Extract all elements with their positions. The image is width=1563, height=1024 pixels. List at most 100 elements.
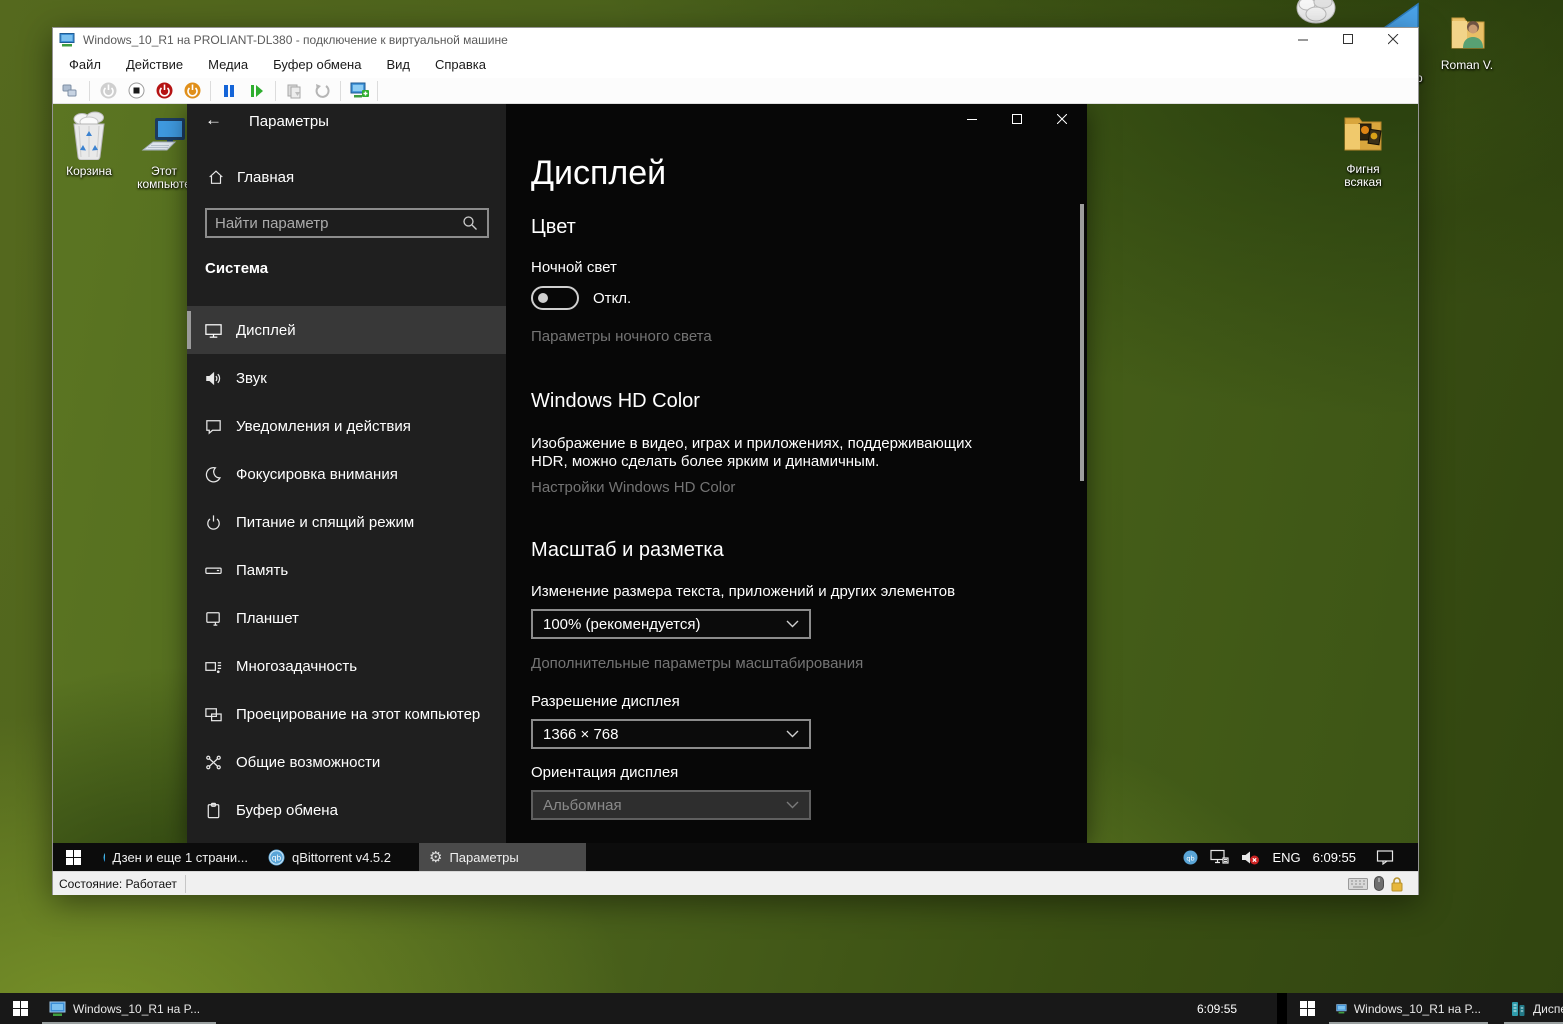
resume-vm-icon[interactable] (247, 81, 267, 101)
sidebar-item-label: Главная (237, 169, 294, 186)
vm-taskbar-button-label: Дзен и еще 1 страни... (112, 850, 248, 865)
host-start-button[interactable] (0, 993, 40, 1024)
minimize-button[interactable] (1281, 28, 1326, 51)
scale-dropdown-value: 100% (рекомендуется) (543, 616, 700, 633)
toolbar-separator (377, 81, 378, 101)
host-taskbar-vm-button-monitor2[interactable]: Windows_10_R1 на P... (1327, 993, 1490, 1024)
qbittorrent-icon: qb (268, 849, 285, 866)
maximize-button[interactable] (1326, 28, 1371, 51)
host-clock[interactable]: 6:09:55 (1197, 993, 1237, 1024)
search-icon[interactable] (462, 215, 478, 231)
paper-ball-icon[interactable] (1294, 0, 1338, 28)
sidebar-item-label: Общие возможности (236, 754, 380, 771)
network-icon[interactable] (1210, 849, 1229, 865)
search-input[interactable] (207, 215, 462, 232)
menu-file[interactable]: Файл (69, 57, 101, 72)
sidebar-item-sound[interactable]: Звук (187, 354, 506, 402)
vm-desktop-icon-label: всякая (1327, 176, 1399, 189)
hdr-settings-link[interactable]: Настройки Windows HD Color (531, 479, 735, 496)
settings-search-box[interactable] (205, 208, 489, 238)
host-taskbar: Windows_10_R1 на P... 6:09:55 Windows_10… (0, 993, 1563, 1024)
sidebar-item-storage[interactable]: Память (187, 546, 506, 594)
host-taskbar-vm-button[interactable]: Windows_10_R1 на P... (40, 993, 218, 1024)
menu-action[interactable]: Действие (126, 57, 183, 72)
back-button[interactable]: ← (205, 110, 222, 130)
ctrl-alt-del-icon[interactable] (61, 81, 81, 101)
start-vm-icon[interactable] (98, 81, 118, 101)
close-button[interactable] (1371, 28, 1416, 51)
blue-folder-partial-icon[interactable] (1380, 2, 1420, 28)
selected-accent-bar (187, 311, 191, 349)
sidebar-item-shared-experiences[interactable]: Общие возможности (187, 738, 506, 786)
vmconnect-app-icon (1336, 1001, 1347, 1017)
vm-taskbar: Дзен и еще 1 страни... qb qBittorrent v4… (53, 843, 1418, 871)
vm-clock[interactable]: 6:09:55 (1313, 850, 1356, 865)
menu-clipboard[interactable]: Буфер обмена (273, 57, 361, 72)
night-light-settings-link[interactable]: Параметры ночного света (531, 328, 712, 345)
vm-taskbar-edge-button[interactable]: Дзен и еще 1 страни... (93, 843, 258, 871)
sidebar-item-notifications[interactable]: Уведомления и действия (187, 402, 506, 450)
sidebar-item-tablet[interactable]: Планшет (187, 594, 506, 642)
pause-vm-icon[interactable] (219, 81, 239, 101)
orientation-dropdown[interactable]: Альбомная (531, 790, 811, 820)
windows-logo-icon (66, 850, 81, 865)
sidebar-item-label: Фокусировка внимания (236, 466, 398, 483)
host-taskbar-button-label: Windows_10_R1 на P... (73, 1002, 200, 1016)
reset-vm-icon[interactable] (182, 81, 202, 101)
monitor-divider (1277, 993, 1287, 1024)
toolbar-separator (89, 81, 90, 101)
night-light-label: Ночной свет (531, 259, 617, 276)
scale-dropdown[interactable]: 100% (рекомендуется) (531, 609, 811, 639)
storage-icon (204, 561, 223, 580)
toggle-knob (538, 293, 548, 303)
settings-scrollbar[interactable] (1080, 204, 1084, 481)
sidebar-item-home[interactable]: Главная (187, 160, 506, 194)
vm-taskbar-settings-button[interactable]: ⚙ Параметры (419, 843, 586, 871)
tray-qbittorrent-icon[interactable]: qb (1183, 850, 1198, 865)
sound-icon (204, 369, 223, 388)
orientation-dropdown-value: Альбомная (543, 797, 622, 814)
sidebar-item-focus-assist[interactable]: Фокусировка внимания (187, 450, 506, 498)
host-desktop: Roman V. р Windows_10_R1 на PROLIANT-DL3… (0, 0, 1563, 1024)
turn-off-vm-icon[interactable] (126, 81, 146, 101)
svg-text:qb: qb (272, 853, 282, 862)
vm-taskbar-qbittorrent-button[interactable]: qb qBittorrent v4.5.2 (258, 843, 413, 871)
vmconnect-menubar: Файл Действие Медиа Буфер обмена Вид Спр… (53, 51, 1418, 78)
sidebar-item-display[interactable]: Дисплей (187, 306, 506, 354)
host-taskbar-taskmgr-button[interactable]: Диспетчер (1502, 993, 1563, 1024)
enhanced-session-icon[interactable] (349, 81, 369, 101)
user-folder-icon (1444, 8, 1490, 54)
vm-desktop-icon-stuff-folder[interactable]: Фигня всякая (1327, 110, 1399, 189)
action-center-icon[interactable] (1376, 849, 1394, 865)
sidebar-item-multitasking[interactable]: Многозадачность (187, 642, 506, 690)
revert-icon[interactable] (312, 81, 332, 101)
desktop-icon-roman[interactable]: Roman V. (1434, 8, 1500, 72)
vm-start-button[interactable] (53, 843, 93, 871)
resolution-dropdown[interactable]: 1366 × 768 (531, 719, 811, 749)
settings-close-button[interactable] (1039, 104, 1084, 134)
sidebar-item-label: Планшет (236, 610, 299, 627)
settings-minimize-button[interactable] (949, 104, 994, 134)
settings-maximize-button[interactable] (994, 104, 1039, 134)
shut-down-vm-icon[interactable] (154, 81, 174, 101)
sidebar-item-label: Уведомления и действия (236, 418, 411, 435)
menu-view[interactable]: Вид (386, 57, 410, 72)
checkpoint-icon[interactable] (284, 81, 304, 101)
host-start-button-monitor2[interactable] (1287, 993, 1327, 1024)
vm-desktop-icon-recycle-bin[interactable]: Корзина (53, 110, 125, 178)
sidebar-item-power-sleep[interactable]: Питание и спящий режим (187, 498, 506, 546)
volume-muted-icon[interactable] (1241, 850, 1260, 865)
vmconnect-title: Windows_10_R1 на PROLIANT-DL380 - подклю… (83, 33, 508, 47)
advanced-scaling-link[interactable]: Дополнительные параметры масштабирования (531, 655, 863, 672)
vm-system-tray: qb ENG 6:09:55 (1183, 843, 1394, 871)
sidebar-item-clipboard[interactable]: Буфер обмена (187, 786, 506, 834)
menu-media[interactable]: Медиа (208, 57, 248, 72)
menu-help[interactable]: Справка (435, 57, 486, 72)
edge-icon (103, 849, 105, 866)
page-title: Дисплей (531, 154, 666, 193)
vm-language-indicator[interactable]: ENG (1272, 850, 1300, 865)
vmconnect-titlebar[interactable]: Windows_10_R1 на PROLIANT-DL380 - подклю… (53, 28, 1418, 51)
sidebar-item-projecting[interactable]: Проецирование на этот компьютер (187, 690, 506, 738)
night-light-state: Откл. (593, 290, 631, 307)
night-light-toggle[interactable] (531, 286, 579, 310)
